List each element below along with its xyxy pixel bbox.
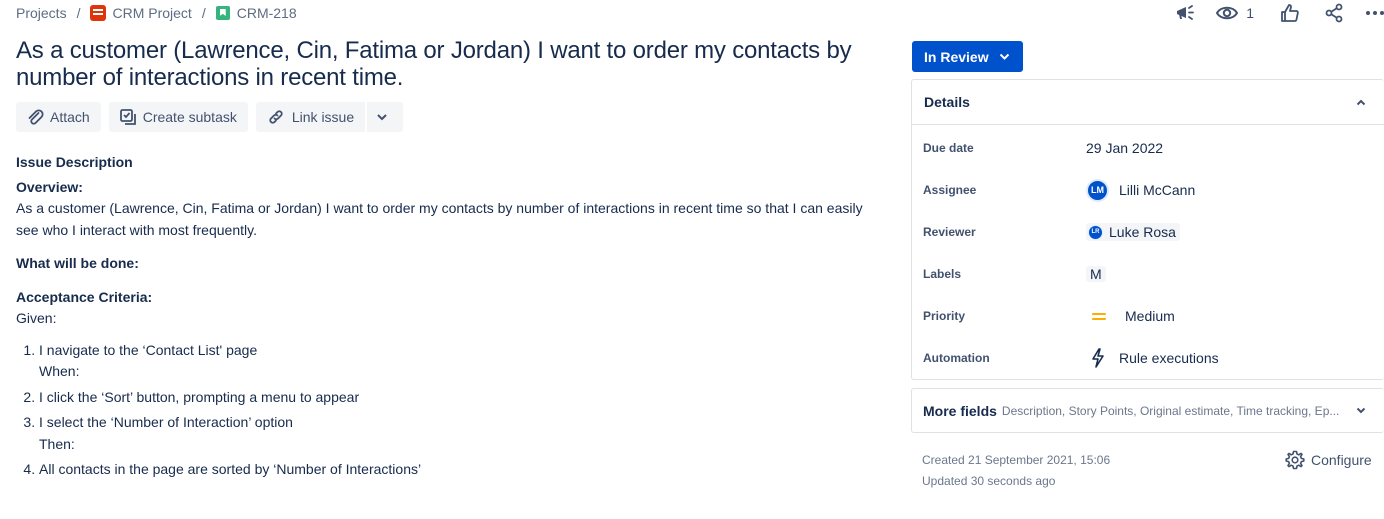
details-heading: Details (924, 94, 970, 110)
more-fields-subtitle: Description, Story Points, Original esti… (1001, 403, 1340, 418)
gear-icon (1285, 450, 1305, 470)
created-timestamp: Created 21 September 2021, 15:06 (922, 453, 1111, 467)
attach-button[interactable]: Attach (16, 102, 101, 132)
eye-icon (1216, 6, 1239, 20)
field-label: Due date (923, 141, 974, 155)
list-item: I navigate to the ‘Contact List' page Wh… (39, 340, 866, 383)
configure-label: Configure (1311, 452, 1372, 468)
assignee-name: Lilli McCann (1119, 182, 1196, 198)
step-text: I select the ‘Number of Interaction’ opt… (39, 414, 293, 430)
due-date-value[interactable]: 29 Jan 2022 (1086, 140, 1163, 156)
issue-description[interactable]: Issue Description Overview: As a custome… (16, 152, 866, 485)
issue-meta: Created 21 September 2021, 15:06 Updated… (922, 450, 1110, 492)
priority-medium-icon (1092, 312, 1106, 320)
step-connector: Then: (39, 435, 75, 452)
lightning-icon (1091, 348, 1105, 368)
chevron-up-icon (1356, 99, 1366, 105)
step-text: I click the ‘Sort’ button, prompting a m… (39, 388, 360, 405)
create-subtask-label: Create subtask (142, 109, 237, 125)
megaphone-icon[interactable] (1174, 3, 1196, 23)
list-item: All contacts in the page are sorted by ‘… (39, 459, 866, 481)
status-transition-button[interactable]: In Review (912, 41, 1023, 72)
reviewer-name: Luke Rosa (1109, 224, 1176, 240)
given-label: Given: (16, 310, 57, 326)
updated-timestamp: Updated 30 seconds ago (922, 474, 1056, 488)
field-label: Priority (923, 309, 966, 323)
step-text: All contacts in the page are sorted by ‘… (39, 461, 422, 477)
field-label: Reviewer (923, 225, 976, 239)
breadcrumb-project[interactable]: CRM Project (112, 5, 191, 21)
breadcrumb-issue-key[interactable]: CRM-218 (237, 5, 297, 21)
assignee-value[interactable]: LM Lilli McCann (1086, 178, 1196, 202)
description-heading: Issue Description (16, 154, 133, 170)
configure-button[interactable]: Configure (1285, 450, 1372, 470)
priority-value[interactable]: Medium (1086, 308, 1175, 324)
automation-value[interactable]: Rule executions (1086, 348, 1219, 368)
overview-heading: Overview: (16, 178, 83, 195)
details-header[interactable]: Details (912, 80, 1384, 125)
automation-text: Rule executions (1119, 350, 1219, 366)
field-assignee: Assignee LM Lilli McCann (923, 178, 1363, 202)
overview-text: As a customer (Lawrence, Cin, Fatima or … (16, 200, 863, 238)
details-panel: Details Due date 29 Jan 2022 Assignee LM… (911, 79, 1384, 380)
priority-name: Medium (1125, 308, 1175, 324)
more-fields-title: More fields (923, 402, 997, 419)
breadcrumb-projects[interactable]: Projects (16, 5, 67, 21)
done-heading: What will be done: (16, 255, 139, 271)
breadcrumb-separator: / (201, 5, 206, 21)
field-label: Labels (923, 267, 962, 281)
more-fields-panel[interactable]: More fields Description, Story Points, O… (911, 388, 1384, 433)
field-label: Assignee (923, 183, 977, 197)
criteria-heading: Acceptance Criteria: (16, 288, 153, 305)
link-icon (269, 110, 283, 124)
subtask-icon (119, 109, 136, 125)
list-item: I click the ‘Sort’ button, prompting a m… (39, 387, 866, 409)
link-issue-group: Link issue (255, 102, 404, 132)
issue-title[interactable]: As a customer (Lawrence, Cin, Fatima or … (16, 37, 856, 91)
step-connector: When: (39, 363, 80, 379)
field-priority: Priority Medium (923, 304, 1363, 328)
project-icon (90, 5, 107, 21)
paperclip-icon (28, 109, 44, 125)
chevron-down-icon (999, 53, 1009, 60)
chevron-down-icon (1356, 407, 1366, 414)
link-issue-button[interactable]: Link issue (255, 102, 366, 132)
story-icon (215, 6, 230, 20)
field-reviewer: Reviewer LR Luke Rosa (923, 220, 1363, 244)
field-due-date: Due date 29 Jan 2022 (923, 136, 1363, 160)
chevron-down-icon (377, 114, 387, 121)
criteria-list: I navigate to the ‘Contact List' page Wh… (16, 340, 866, 481)
create-subtask-button[interactable]: Create subtask (108, 102, 248, 132)
avatar: LM (1086, 178, 1109, 202)
field-labels: Labels M (923, 262, 1363, 286)
link-issue-label: Link issue (291, 109, 355, 125)
reviewer-value[interactable]: LR Luke Rosa (1086, 223, 1180, 241)
field-label: Automation (923, 351, 990, 365)
attach-label: Attach (50, 109, 90, 125)
label-chip[interactable]: M (1086, 266, 1106, 282)
more-icon[interactable] (1366, 10, 1384, 16)
status-label: In Review (924, 48, 989, 65)
thumbs-up-icon[interactable] (1280, 3, 1300, 23)
more-actions-button[interactable] (367, 102, 404, 132)
watchers-count: 1 (1246, 5, 1254, 21)
avatar: LR (1088, 224, 1103, 240)
issue-top-actions: 1 (1154, 2, 1384, 24)
share-icon[interactable] (1324, 3, 1344, 23)
field-automation: Automation Rule executions (923, 346, 1363, 370)
step-text: I navigate to the ‘Contact List' page (39, 341, 258, 358)
breadcrumb: Projects / CRM Project / CRM-218 (16, 4, 297, 22)
watch-button[interactable]: 1 (1216, 5, 1254, 21)
issue-actions-toolbar: Attach Create subtask Link issue (16, 102, 404, 132)
breadcrumb-separator: / (76, 5, 81, 21)
list-item: I select the ‘Number of Interaction’ opt… (39, 412, 866, 455)
